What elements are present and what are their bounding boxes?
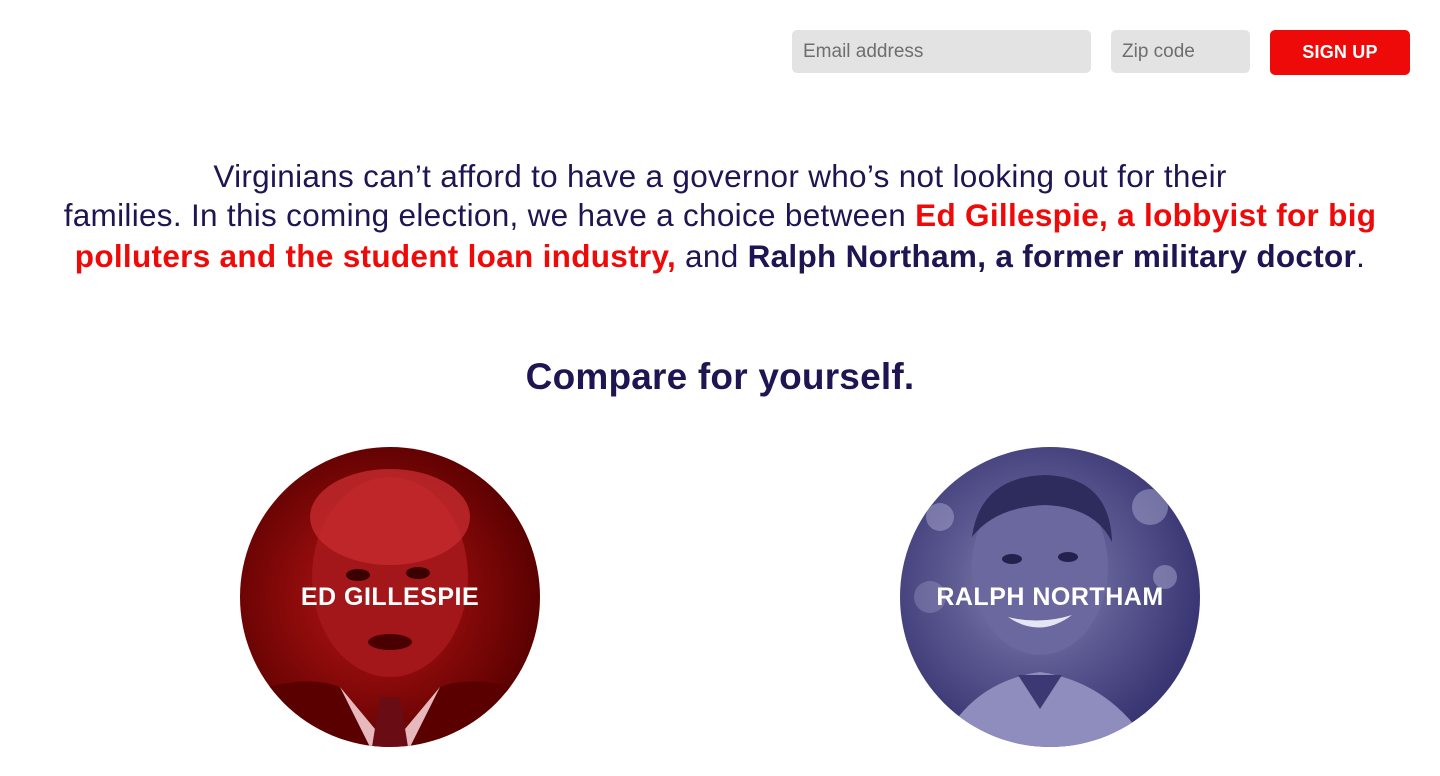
next-section-peek — [90, 766, 1350, 776]
compare-heading: Compare for yourself. — [525, 356, 915, 397]
intro-northam-highlight: Ralph Northam, a former military doctor — [747, 238, 1357, 274]
email-field[interactable] — [792, 30, 1091, 73]
intro-text-plain: families. In this coming election, we ha… — [63, 197, 916, 233]
intro-paragraph: Virginians can’t afford to have a govern… — [50, 157, 1390, 277]
intro-line-1: Virginians can’t afford to have a govern… — [213, 158, 1227, 194]
candidate-name-gillespie: ED GILLESPIE — [300, 583, 480, 611]
candidate-name-northam: RALPH NORTHAM — [936, 583, 1164, 611]
sign-up-button[interactable]: SIGN UP — [1270, 30, 1410, 75]
intro-period: . — [1356, 238, 1366, 274]
candidate-card-gillespie[interactable]: ED GILLESPIE — [240, 447, 540, 747]
intro-text-and: and — [676, 238, 748, 274]
signup-bar: SIGN UP — [0, 30, 1440, 75]
candidate-card-northam[interactable]: RALPH NORTHAM — [900, 447, 1200, 747]
zip-code-field[interactable] — [1111, 30, 1250, 73]
